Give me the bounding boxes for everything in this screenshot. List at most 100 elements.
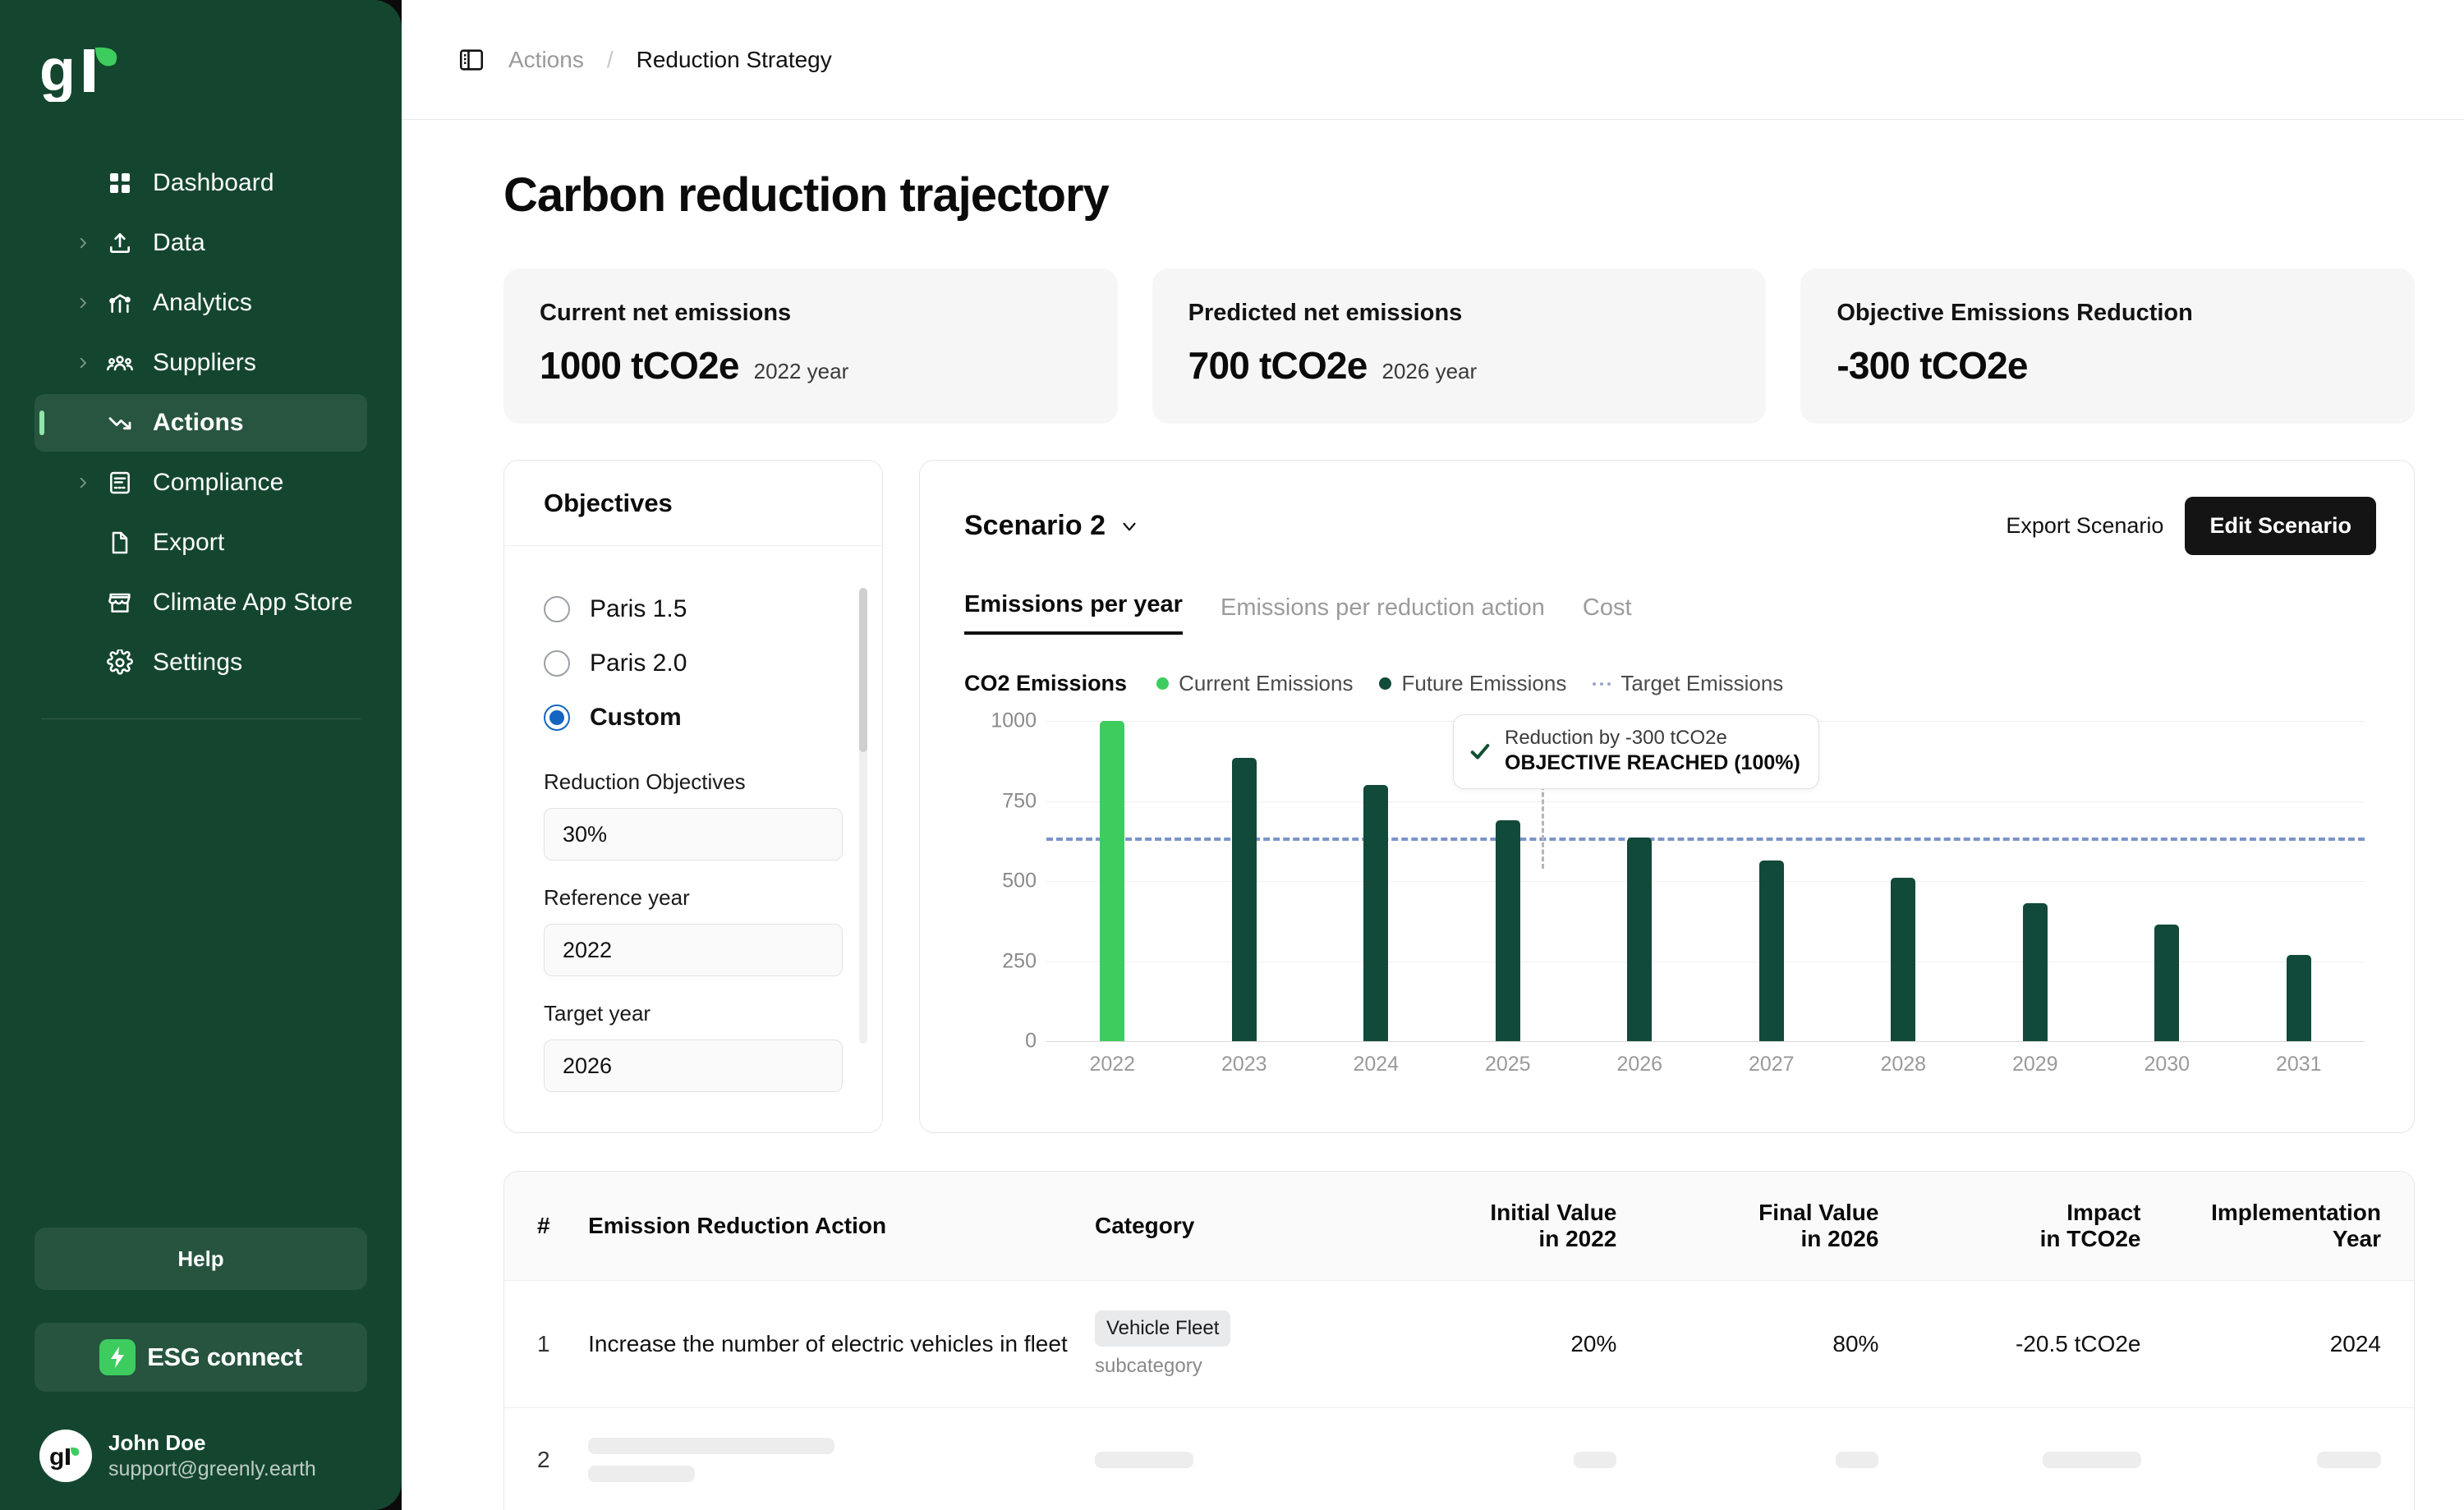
sidebar-footer: Help ESG connect g John Doe support@gree… bbox=[34, 1228, 367, 1510]
toggle-sidebar-icon[interactable] bbox=[457, 46, 485, 74]
chart-bar[interactable] bbox=[1627, 838, 1653, 1041]
callout-text: Reduction by -300 tCO2e OBJECTIVE REACHE… bbox=[1505, 727, 1800, 775]
sidebar-item-compliance[interactable]: Compliance bbox=[34, 454, 367, 512]
chart-bar[interactable] bbox=[2022, 903, 2048, 1041]
th-initial-value[interactable]: Initial Value in 2022 bbox=[1374, 1172, 1637, 1281]
reduction-objectives-label: Reduction Objectives bbox=[544, 769, 746, 794]
objective-option-paris-1-5[interactable]: Paris 1.5 bbox=[544, 582, 843, 636]
th-number[interactable]: # bbox=[504, 1172, 589, 1281]
th-line-1: Impact bbox=[2066, 1200, 2141, 1225]
sidebar-item-export[interactable]: Export bbox=[34, 514, 367, 571]
skeleton-bar bbox=[1574, 1452, 1617, 1468]
target-year-input[interactable]: 2026 bbox=[544, 1040, 843, 1092]
chart-y-tick-label: 750 bbox=[1002, 789, 1037, 812]
user-profile[interactable]: g John Doe support@greenly.earth bbox=[34, 1430, 367, 1482]
chart-bar-slot bbox=[2101, 721, 2233, 1041]
objective-option-custom[interactable]: Custom bbox=[544, 691, 843, 745]
chart-x-tick-label: 2024 bbox=[1353, 1053, 1400, 1076]
chart-bar[interactable] bbox=[1495, 819, 1520, 1041]
check-icon bbox=[1469, 740, 1492, 763]
sidebar-item-actions[interactable]: Actions bbox=[34, 394, 367, 452]
chevron-down-icon[interactable] bbox=[1119, 516, 1140, 537]
gear-icon bbox=[105, 648, 135, 677]
objectives-card: Objectives Paris 1.5 Paris 2.0 Custom Re… bbox=[503, 460, 883, 1133]
objective-option-label: Custom bbox=[590, 704, 682, 731]
scrollbar-thumb[interactable] bbox=[859, 588, 867, 752]
chart-bar[interactable] bbox=[1363, 785, 1389, 1041]
legend-item-future-emissions[interactable]: Future Emissions bbox=[1379, 671, 1566, 696]
legend-label: Future Emissions bbox=[1401, 671, 1567, 695]
export-scenario-button[interactable]: Export Scenario bbox=[2006, 513, 2163, 539]
app-logo[interactable]: g bbox=[39, 33, 367, 112]
objective-option-paris-2-0[interactable]: Paris 2.0 bbox=[544, 636, 843, 691]
radio-icon[interactable] bbox=[544, 596, 570, 622]
kpi-objective-emissions-reduction: Objective Emissions Reduction -300 tCO2e bbox=[1800, 268, 2416, 424]
th-action[interactable]: Emission Reduction Action bbox=[588, 1172, 1095, 1281]
cell-impact: -20.5 tCO2e bbox=[1898, 1280, 2161, 1408]
edit-scenario-button[interactable]: Edit Scenario bbox=[2185, 497, 2376, 555]
sidebar-item-analytics[interactable]: Analytics bbox=[34, 274, 367, 332]
tab-cost[interactable]: Cost bbox=[1583, 594, 1632, 635]
sidebar-item-label: Export bbox=[153, 529, 225, 556]
chart-bar[interactable] bbox=[1891, 878, 1916, 1041]
reference-year-input[interactable]: 2022 bbox=[544, 924, 843, 976]
esg-connect-button[interactable]: ESG connect bbox=[34, 1323, 367, 1392]
app-root: g Dashboard Data Analytics Suppliers Act… bbox=[0, 0, 2464, 1510]
chart-x-tick-label: 2027 bbox=[1748, 1053, 1795, 1076]
sidebar-item-label: Suppliers bbox=[153, 349, 256, 376]
sidebar-item-suppliers[interactable]: Suppliers bbox=[34, 334, 367, 392]
radio-icon[interactable] bbox=[544, 705, 570, 731]
radio-icon[interactable] bbox=[544, 650, 570, 677]
th-final-value[interactable]: Final Value in 2026 bbox=[1636, 1172, 1899, 1281]
scenario-name: Scenario 2 bbox=[964, 510, 1106, 541]
objectives-scrollbar[interactable] bbox=[859, 588, 867, 1044]
table-row[interactable]: 1 Increase the number of electric vehicl… bbox=[504, 1280, 2414, 1408]
sidebar-item-data[interactable]: Data bbox=[34, 214, 367, 272]
th-line-1: Initial Value bbox=[1490, 1200, 1617, 1225]
kpi-label: Objective Emissions Reduction bbox=[1837, 300, 2193, 326]
sidebar-item-label: Dashboard bbox=[153, 169, 274, 196]
user-name: John Doe bbox=[108, 1430, 206, 1456]
chart-title: CO2 Emissions bbox=[964, 671, 1128, 695]
th-impact[interactable]: Impact in TCO2e bbox=[1898, 1172, 2161, 1281]
chart-x-tick-label: 2030 bbox=[2144, 1053, 2190, 1076]
cell-action: Increase the number of electric vehicles… bbox=[588, 1280, 1095, 1408]
sidebar-item-dashboard[interactable]: Dashboard bbox=[34, 154, 367, 212]
legend-dashed-line-icon bbox=[1593, 682, 1611, 686]
th-category[interactable]: Category bbox=[1094, 1172, 1375, 1281]
th-implementation-year[interactable]: Implementation Year bbox=[2160, 1172, 2414, 1281]
chart-bar[interactable] bbox=[2154, 924, 2180, 1041]
chart-bar[interactable] bbox=[1758, 860, 1784, 1041]
analytics-icon bbox=[105, 288, 135, 318]
objective-reached-callout: Reduction by -300 tCO2e OBJECTIVE REACHE… bbox=[1453, 714, 1819, 789]
cell-category: Vehicle Fleet subcategory bbox=[1094, 1280, 1375, 1408]
table: # Emission Reduction Action Category Ini… bbox=[504, 1172, 2414, 1510]
table-row[interactable]: 2 bbox=[504, 1407, 2414, 1510]
reduction-objectives-input[interactable]: 30% bbox=[544, 808, 843, 861]
th-line-2: in 2026 bbox=[1800, 1226, 1879, 1251]
tab-emissions-per-year[interactable]: Emissions per year bbox=[964, 591, 1183, 635]
chart-y-tick-label: 250 bbox=[1002, 949, 1037, 972]
chart-bar[interactable] bbox=[1100, 721, 1125, 1041]
chevron-right-icon bbox=[76, 475, 90, 490]
legend-item-target-emissions[interactable]: Target Emissions bbox=[1593, 671, 1783, 696]
breadcrumb-parent[interactable]: Actions bbox=[508, 47, 584, 73]
chart-bar[interactable] bbox=[1231, 757, 1257, 1041]
chart-x-tick-label: 2023 bbox=[1221, 1053, 1267, 1076]
help-button[interactable]: Help bbox=[34, 1228, 367, 1290]
sidebar-item-label: Climate App Store bbox=[153, 589, 353, 616]
chart-bar[interactable] bbox=[2286, 954, 2311, 1041]
sidebar-item-climate-app-store[interactable]: Climate App Store bbox=[34, 574, 367, 631]
sidebar-item-settings[interactable]: Settings bbox=[34, 634, 367, 691]
legend-item-current-emissions[interactable]: Current Emissions bbox=[1156, 671, 1353, 696]
chevron-right-icon bbox=[76, 356, 90, 370]
tab-emissions-per-reduction-action[interactable]: Emissions per reduction action bbox=[1221, 594, 1545, 635]
cell-implementation-year: 2024 bbox=[2160, 1280, 2414, 1408]
kpi-subtext: 2022 year bbox=[753, 359, 849, 383]
table-header-row: # Emission Reduction Action Category Ini… bbox=[504, 1172, 2414, 1281]
breadcrumb-current: Reduction Strategy bbox=[636, 46, 832, 72]
kpi-value-row: 1000 tCO2e 2022 year bbox=[540, 343, 1082, 388]
people-icon bbox=[105, 348, 135, 378]
kpi-predicted-net-emissions: Predicted net emissions 700 tCO2e 2026 y… bbox=[1152, 268, 1767, 424]
chart-x-tick-label: 2026 bbox=[1616, 1053, 1663, 1076]
